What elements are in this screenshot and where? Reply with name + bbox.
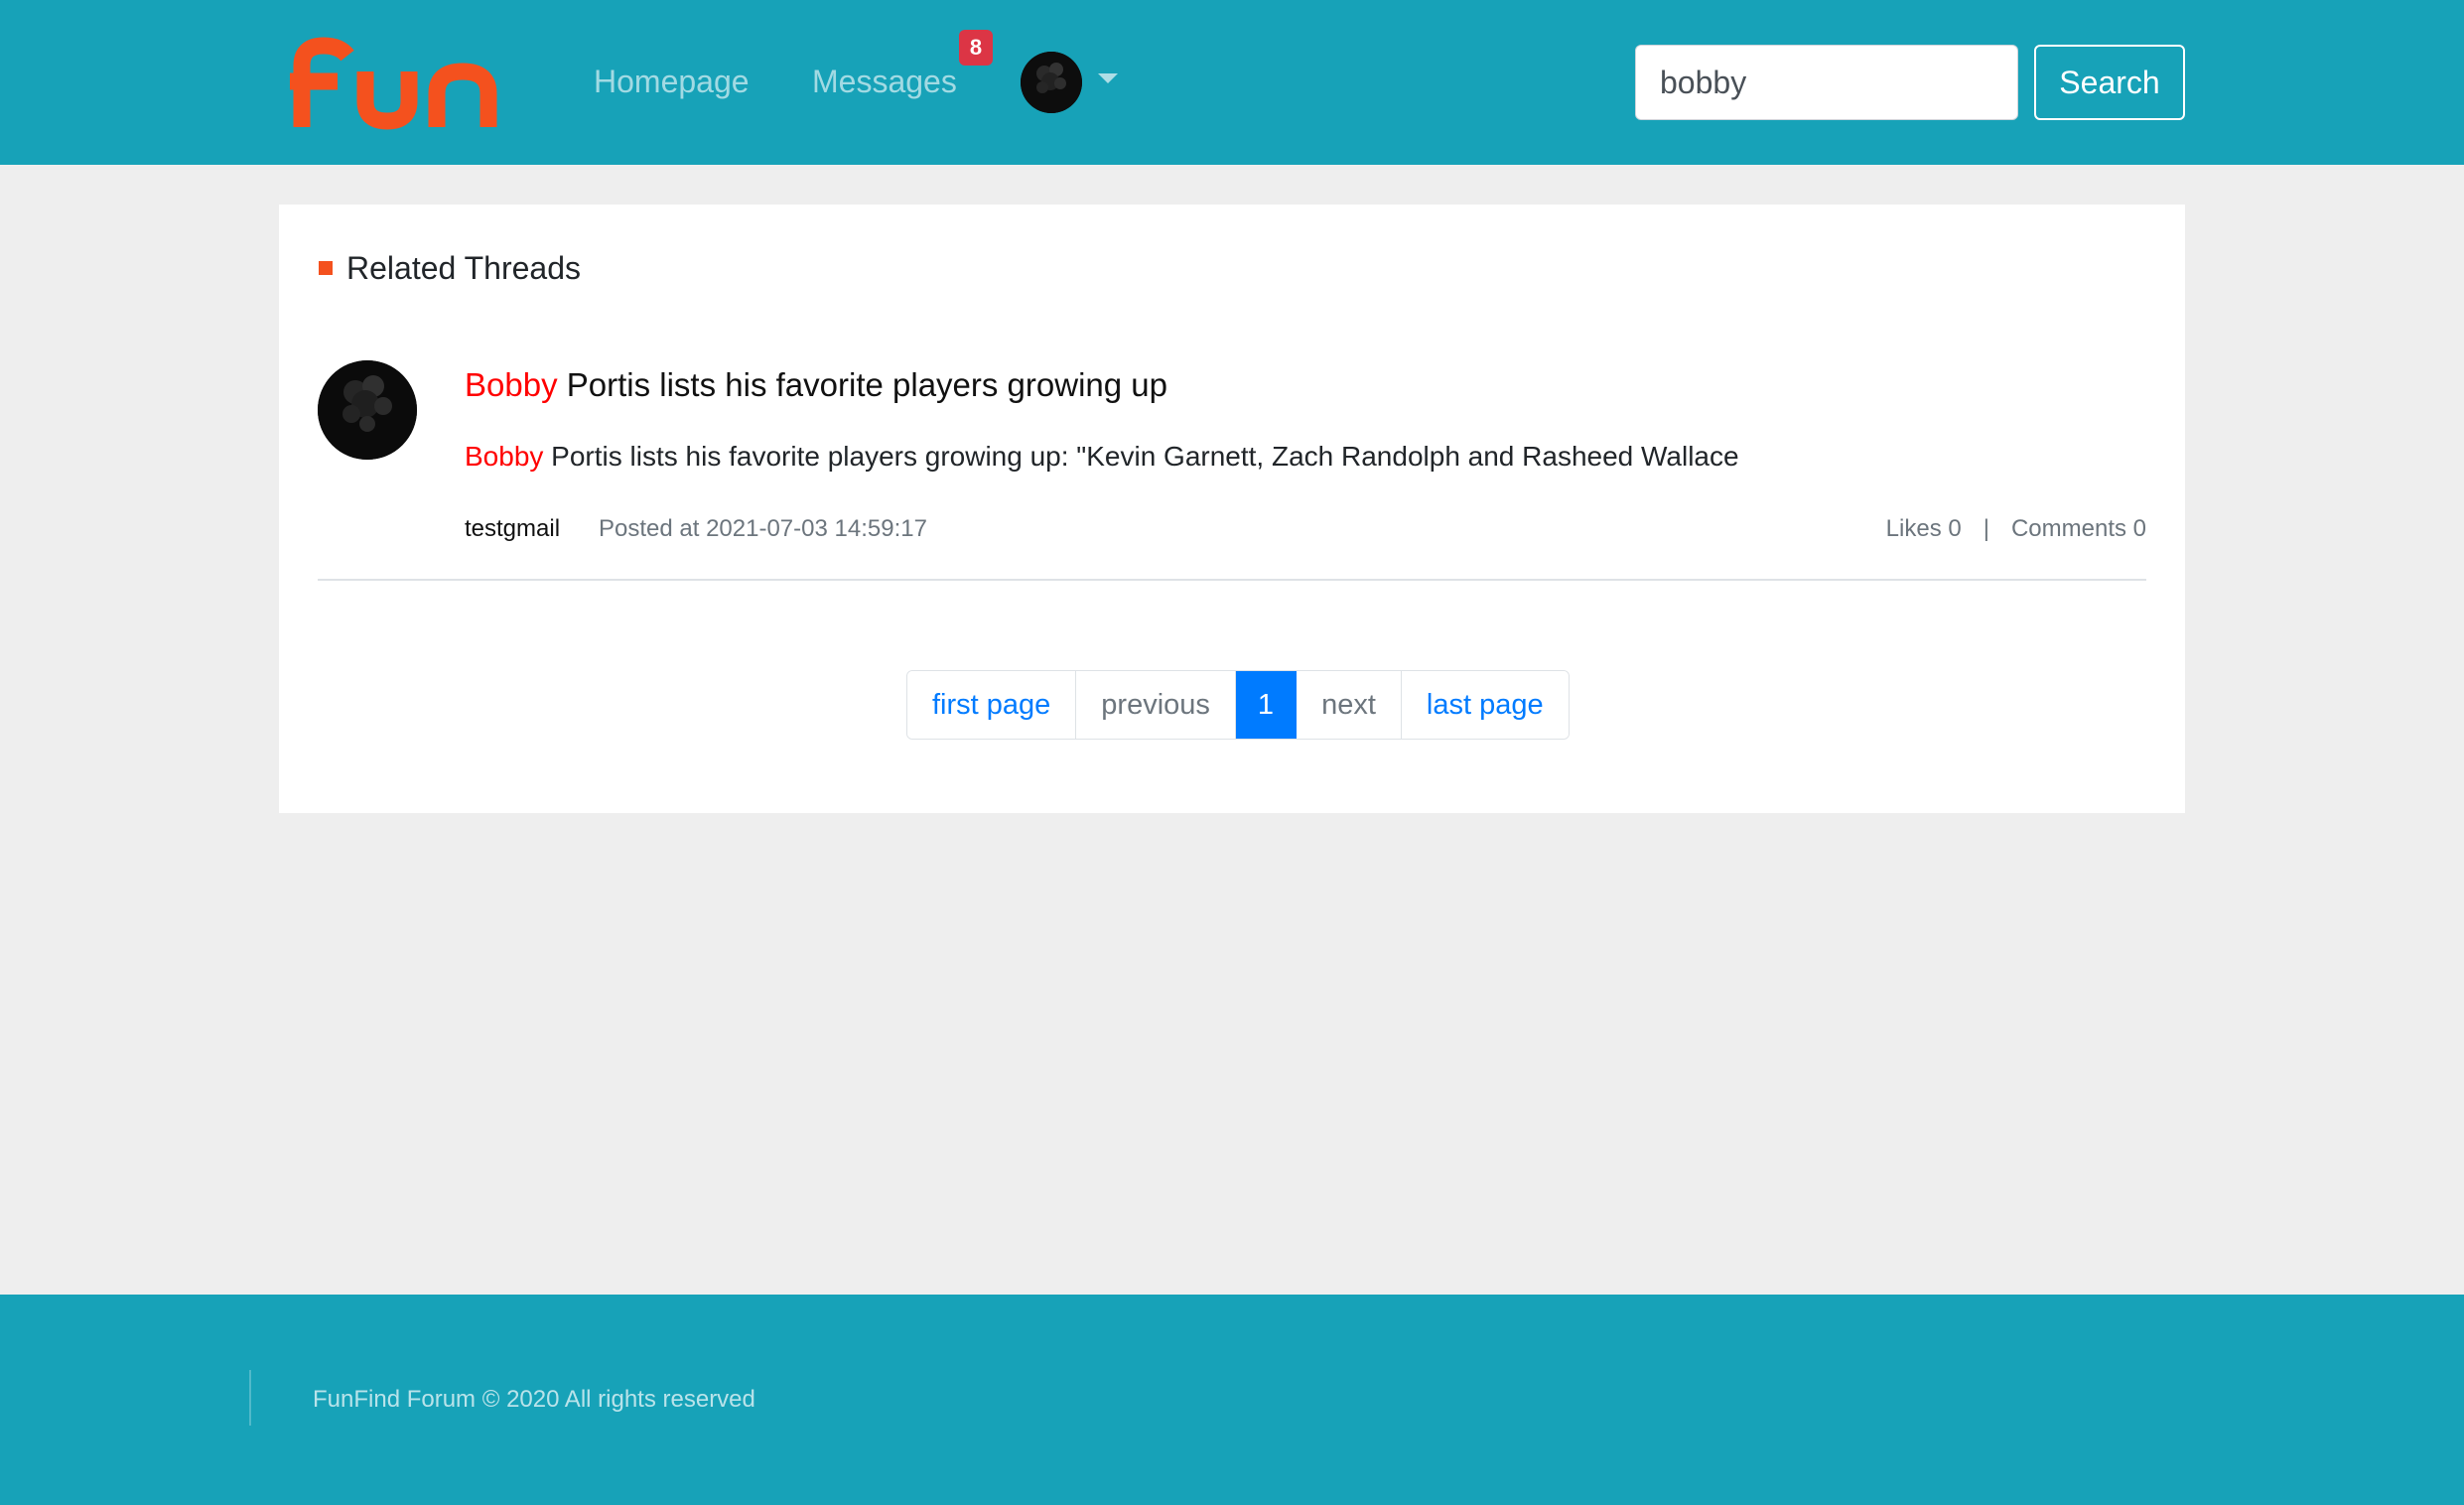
excerpt-highlight: Bobby [465,441,544,472]
thread-stats: Likes 0 | Comments 0 [1886,515,2146,543]
square-bullet-icon [319,261,333,275]
comments-count: Comments 0 [2010,515,2146,542]
first-page-link[interactable]: first page [907,671,1077,739]
title-text: Portis lists his favorite players growin… [557,366,1167,403]
thread-excerpt: Bobby Portis lists his favorite players … [465,441,1739,473]
previous-page-link[interactable]: previous [1076,671,1236,739]
current-page[interactable]: 1 [1235,671,1298,739]
likes-count: Likes 0 [1885,515,1962,542]
stats-separator: | [1983,515,1989,542]
search-results-card: Related Threads Bobby Portis lists his f… [279,205,2185,813]
footer: FunFind Forum © 2020 All rights reserved [0,1295,2464,1505]
copyright-text: FunFind Forum © 2020 All rights reserved [313,1386,755,1413]
nav-messages[interactable]: Messages [812,62,957,101]
avatar-image [1021,52,1082,113]
last-page-link[interactable]: last page [1401,671,1569,739]
user-avatar[interactable] [1021,52,1082,113]
thread-author[interactable]: testgmail [465,515,560,543]
search-button[interactable]: Search [2034,45,2185,120]
footer-divider [249,1370,251,1426]
chevron-down-icon[interactable] [1098,73,1118,83]
title-highlight: Bobby [465,366,558,403]
search-input[interactable] [1635,45,2018,120]
top-navbar: Homepage Messages 8 Search [0,0,2464,165]
fun-logo[interactable] [288,36,510,131]
pagination: first page previous 1 next last page [906,670,1570,740]
thread-title-link[interactable]: Bobby Portis lists his favorite players … [465,366,1167,404]
section-title: Related Threads [346,249,581,286]
section-header: Related Threads [319,248,581,288]
nav-homepage[interactable]: Homepage [594,62,750,101]
thread-posted-time: Posted at 2021-07-03 14:59:17 [599,515,927,542]
avatar-image [318,360,417,460]
thread-item: Bobby Portis lists his favorite players … [318,360,2146,581]
messages-badge: 8 [959,30,993,66]
excerpt-text: Portis lists his favorite players growin… [543,441,1739,472]
next-page-link[interactable]: next [1297,671,1402,739]
thread-author-avatar[interactable] [318,360,417,460]
